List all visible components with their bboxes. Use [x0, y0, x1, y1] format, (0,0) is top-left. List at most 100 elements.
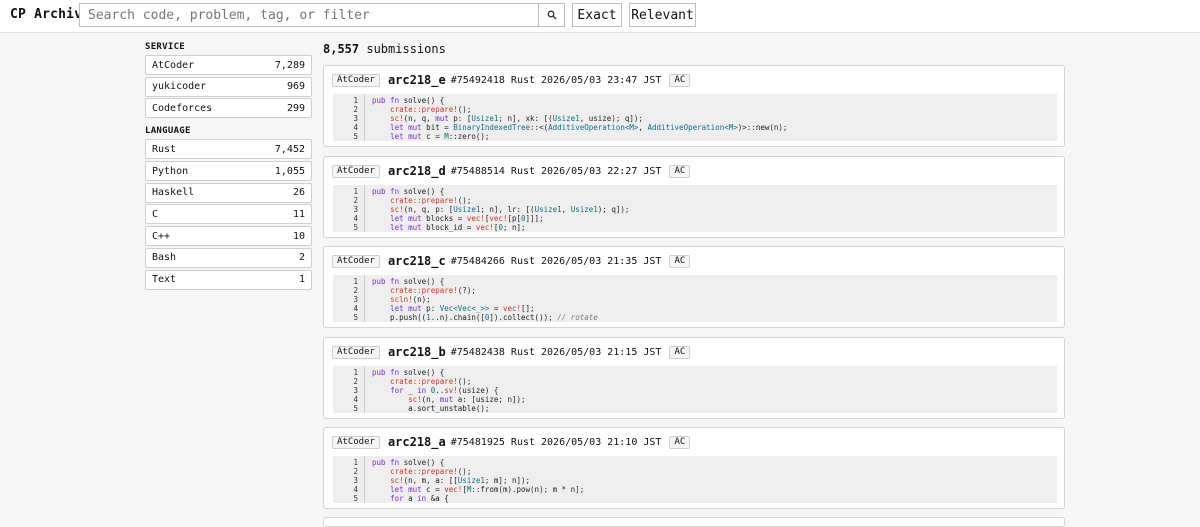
language-facet-name: Bash [152, 252, 177, 264]
submission-card-next[interactable] [323, 517, 1065, 527]
search-box [79, 3, 565, 27]
language-label: Rust [510, 255, 536, 267]
code-preview[interactable]: 1 2 3 4 5 pub fn solve() { crate::prepare!();… [333, 456, 1057, 503]
submission-id[interactable]: #75492418 [451, 75, 505, 86]
problem-link[interactable]: arc218_b [388, 345, 446, 359]
search-input[interactable] [80, 4, 539, 26]
language-facet[interactable]: C++ 10 [145, 226, 312, 247]
service-facet-name: AtCoder [152, 59, 195, 71]
results-panel: 8,557 submissions AtCoder arc218_e #754924… [323, 41, 1065, 527]
service-facet-list: AtCoder 7,289 yukicoder 969 Codeforces 299 [145, 55, 312, 119]
language-facet-count: 7,452 [274, 143, 305, 155]
problem-link[interactable]: arc218_a [388, 435, 446, 449]
code-source: pub fn solve() { crate::prepare!(?); scl… [372, 277, 598, 322]
line-number: 4 [353, 485, 358, 495]
language-facet-name: Python [152, 165, 189, 177]
code-line: crate::prepare!(); [390, 377, 472, 387]
search-button[interactable] [538, 4, 564, 26]
language-facet[interactable]: Bash 2 [145, 247, 312, 268]
code-source: pub fn solve() { crate::prepare!(); for … [372, 368, 526, 413]
problem-link[interactable]: arc218_e [388, 73, 446, 87]
service-facet-name: Codeforces [152, 102, 213, 114]
code-line: sc!(n, q, mut p: [Usize1; n], xk: [(Usiz… [390, 114, 643, 124]
line-number: 3 [353, 476, 358, 486]
submission-time: 2026/05/03 21:35 JST [541, 255, 662, 267]
code-gutter-divider [364, 185, 365, 232]
code-line: crate::prepare!(); [390, 105, 472, 115]
line-number: 2 [353, 286, 358, 296]
top-bar: CP Archive Exact Relevant [0, 0, 1200, 33]
line-number: 5 [353, 132, 358, 142]
line-number: 3 [353, 386, 358, 396]
service-tag[interactable]: AtCoder [332, 164, 380, 178]
code-source: pub fn solve() { crate::prepare!(); sc!(… [372, 96, 787, 141]
service-facet[interactable]: yukicoder 969 [145, 76, 312, 97]
submission-id[interactable]: #75482438 [451, 347, 505, 358]
language-facet[interactable]: Text 1 [145, 269, 312, 290]
code-line: let mut p: Vec<Vec<_>> = vec![]; [390, 304, 535, 314]
line-numbers: 12345 [333, 187, 358, 232]
line-number: 4 [353, 304, 358, 314]
submission-card[interactable]: AtCoder arc218_c #75484266 Rust 2026/05/03 2… [323, 246, 1065, 328]
language-facet[interactable]: C 11 [145, 204, 312, 225]
submission-card[interactable]: AtCoder arc218_e #75492418 Rust 2026/05/03 2… [323, 65, 1065, 147]
service-facet[interactable]: Codeforces 299 [145, 98, 312, 119]
code-line: crate::prepare!(); [390, 467, 472, 477]
line-number: 4 [353, 395, 358, 405]
service-tag[interactable]: AtCoder [332, 254, 380, 268]
service-tag[interactable]: AtCoder [332, 345, 380, 359]
line-numbers: 12345 [333, 277, 358, 322]
submission-card[interactable]: AtCoder arc218_b #75482438 Rust 2026/05/03 2… [323, 337, 1065, 419]
submission-card[interactable]: AtCoder arc218_a #75481925 Rust 2026/05/03 2… [323, 427, 1065, 509]
code-line: sc!(n, m, a: [[Usize1; m]; n]); [390, 476, 531, 486]
language-facet[interactable]: Haskell 26 [145, 182, 312, 203]
line-number: 5 [353, 223, 358, 233]
code-line: a.sort_unstable(); [372, 404, 490, 414]
relevant-button[interactable]: Relevant [629, 3, 696, 27]
service-facet-name: yukicoder [152, 81, 207, 93]
language-facet-name: C++ [152, 230, 171, 242]
language-facet-name: Haskell [152, 187, 195, 199]
language-facet-count: 2 [298, 252, 305, 264]
code-preview[interactable]: 1 2 3 4 5 pub fn solve() { crate::prepare!();… [333, 94, 1057, 141]
code-line: pub fn solve() { [372, 277, 445, 286]
service-tag[interactable]: AtCoder [332, 73, 380, 87]
code-line: p.push((1..n).chain([0]).collect()); // … [372, 313, 598, 323]
submission-time: 2026/05/03 21:10 JST [541, 436, 662, 448]
code-line: let mut blocks = vec![vec![p[0]]]; [390, 214, 544, 224]
line-number: 2 [353, 105, 358, 115]
verdict-badge: AC [669, 254, 691, 268]
code-source: pub fn solve() { crate::prepare!(); sc!(… [372, 187, 629, 232]
language-label: Rust [510, 346, 536, 358]
submission-id[interactable]: #75488514 [451, 166, 505, 177]
service-facet-count: 969 [286, 81, 305, 93]
language-facet[interactable]: Python 1,055 [145, 161, 312, 182]
service-facet-count: 299 [286, 102, 305, 114]
service-tag[interactable]: AtCoder [332, 435, 380, 449]
line-number: 3 [353, 205, 358, 215]
submission-time: 2026/05/03 23:47 JST [541, 74, 662, 86]
filter-sidebar: SERVICE AtCoder 7,289 yukicoder 969 Codeforc… [145, 41, 312, 291]
code-preview[interactable]: 1 2 3 4 5 pub fn solve() { crate::prepare!();… [333, 185, 1057, 232]
code-preview[interactable]: 1 2 3 4 5 pub fn solve() { crate::prepare!();… [333, 366, 1057, 413]
submission-id[interactable]: #75484266 [451, 256, 505, 267]
code-preview[interactable]: 1 2 3 4 5 pub fn solve() { crate::prepare!(?)… [333, 275, 1057, 322]
code-line: crate::prepare!(); [390, 196, 472, 206]
problem-link[interactable]: arc218_c [388, 254, 446, 268]
submission-id[interactable]: #75481925 [451, 437, 505, 448]
line-number: 5 [353, 313, 358, 323]
code-line: pub fn solve() { [372, 368, 445, 377]
submission-card[interactable]: AtCoder arc218_d #75488514 Rust 2026/05/03 2… [323, 156, 1065, 238]
language-facet-name: Text [152, 274, 177, 285]
language-facet[interactable]: Rust 7,452 [145, 139, 312, 160]
exact-button[interactable]: Exact [572, 3, 622, 27]
code-line: sc!(n, q, p: [Usize1; n], lr: [(Usize1, … [390, 205, 630, 215]
card-header: AtCoder arc218_e #75492418 Rust 2026/05/03 2… [332, 73, 691, 87]
service-facet[interactable]: AtCoder 7,289 [145, 55, 312, 75]
problem-link[interactable]: arc218_d [388, 164, 446, 178]
line-number: 1 [353, 277, 358, 286]
line-number: 1 [353, 368, 358, 377]
code-line: pub fn solve() { [372, 96, 445, 105]
line-number: 4 [353, 123, 358, 133]
language-facet-count: 1,055 [274, 165, 305, 177]
